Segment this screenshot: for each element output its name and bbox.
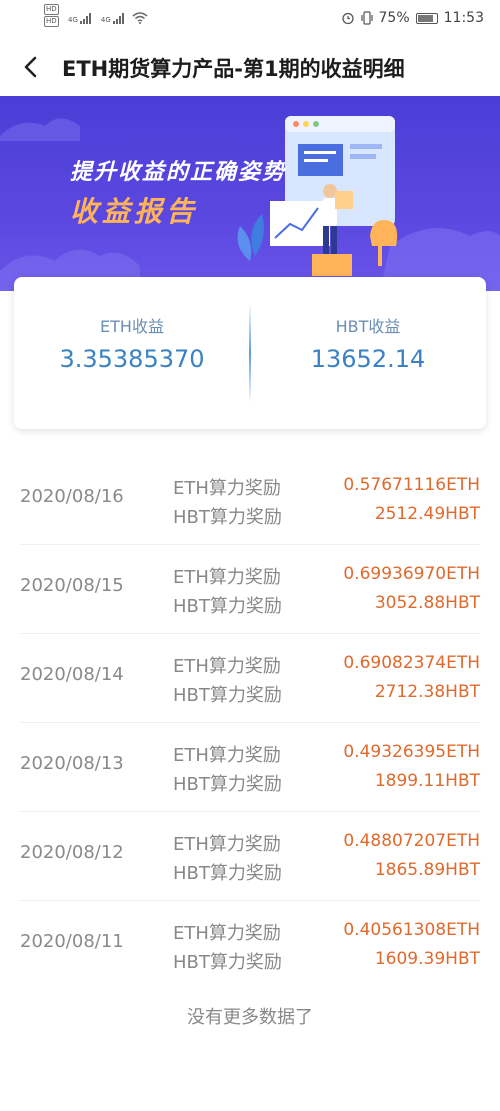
hbt-reward-value: 2712.38HBT [374,682,480,702]
eth-reward-label: ETH算力奖励 [173,923,281,944]
list-item: 2020/08/11 ETH算力奖励 0.40561308ETH HBT算力奖励… [20,901,480,990]
hbt-reward-label: HBT算力奖励 [173,863,282,884]
record-date: 2020/08/14 [20,664,124,685]
record-date: 2020/08/12 [20,842,124,863]
list-item: 2020/08/12 ETH算力奖励 0.48807207ETH HBT算力奖励… [20,812,480,901]
app-header: ETH期货算力产品-第1期的收益明细 [0,36,500,96]
status-left: HD HD 4G 4G [44,4,148,27]
battery-icon [415,12,438,24]
signal-icon: 4G [68,12,91,24]
hbt-reward-label: HBT算力奖励 [173,596,282,617]
banner-slogan-line1: 提升收益的正确姿势 [70,160,287,185]
alarm-icon [341,12,354,25]
eth-reward-value: 0.49326395ETH [343,742,480,762]
hbt-reward-label: HBT算力奖励 [173,507,282,528]
hbt-summary-value: 13652.14 [310,345,426,373]
list-item: 2020/08/16 ETH算力奖励 0.57671116ETH HBT算力奖励… [20,456,480,545]
eth-reward-value: 0.48807207ETH [343,831,480,851]
list-item: 2020/08/13 ETH算力奖励 0.49326395ETH HBT算力奖励… [20,723,480,812]
list-item: 2020/08/15 ETH算力奖励 0.69936970ETH HBT算力奖励… [20,545,480,634]
network-type-2: 4G [100,16,111,24]
eth-reward-label: ETH算力奖励 [173,834,281,855]
eth-reward-value: 0.57671116ETH [343,475,480,495]
eth-summary-value: 3.35385370 [59,345,205,373]
earnings-list: 2020/08/16 ETH算力奖励 0.57671116ETH HBT算力奖励… [0,456,500,990]
eth-reward-label: ETH算力奖励 [173,656,281,677]
eth-reward-label: ETH算力奖励 [173,478,281,499]
eth-reward-value: 0.40561308ETH [343,920,480,940]
hbt-summary-label: HBT收益 [335,317,401,336]
hbt-reward-value: 1609.39HBT [374,949,480,969]
signal-icon-2: 4G [101,12,124,24]
clock: 11:53 [443,10,484,26]
promo-banner: 提升收益的正确姿势 收益报告 [0,96,500,291]
hbt-reward-label: HBT算力奖励 [173,952,282,973]
back-arrow-icon[interactable] [18,54,44,80]
record-date: 2020/08/16 [20,486,124,507]
record-date: 2020/08/15 [20,575,124,596]
eth-reward-value: 0.69082374ETH [343,653,480,673]
record-date: 2020/08/13 [20,753,124,774]
eth-reward-value: 0.69936970ETH [343,564,480,584]
summary-divider [249,303,251,403]
hbt-summary: HBT收益 13652.14 [250,277,486,429]
page-title: ETH期货算力产品-第1期的收益明细 [62,57,405,81]
banner-slogan-line2: 收益报告 [70,195,199,228]
wifi-icon [132,12,148,24]
eth-summary: ETH收益 3.35385370 [14,277,250,429]
no-more-data-text: 没有更多数据了 [187,1007,313,1028]
hbt-reward-label: HBT算力奖励 [173,685,282,706]
hbt-reward-label: HBT算力奖励 [173,774,282,795]
hd-indicators: HD HD [44,4,59,27]
record-date: 2020/08/11 [20,931,124,952]
hbt-reward-value: 3052.88HBT [374,593,480,613]
network-type-1: 4G [68,16,78,24]
hbt-reward-value: 2512.49HBT [374,504,480,524]
eth-reward-label: ETH算力奖励 [173,567,281,588]
battery-percent: 75% [378,10,410,26]
status-bar: HD HD 4G 4G 75% 11:53 [0,0,500,36]
status-right: 75% 11:53 [341,10,484,26]
eth-reward-label: ETH算力奖励 [173,745,281,766]
list-item: 2020/08/14 ETH算力奖励 0.69082374ETH HBT算力奖励… [20,634,480,723]
hd-badge-2: HD [44,16,59,27]
hbt-reward-value: 1865.89HBT [374,860,480,880]
vibrate-icon [360,11,373,25]
earnings-summary-card: ETH收益 3.35385370 HBT收益 13652.14 [14,277,486,429]
hbt-reward-value: 1899.11HBT [374,771,480,791]
eth-summary-label: ETH收益 [100,317,164,336]
hd-badge-1: HD [44,4,59,15]
